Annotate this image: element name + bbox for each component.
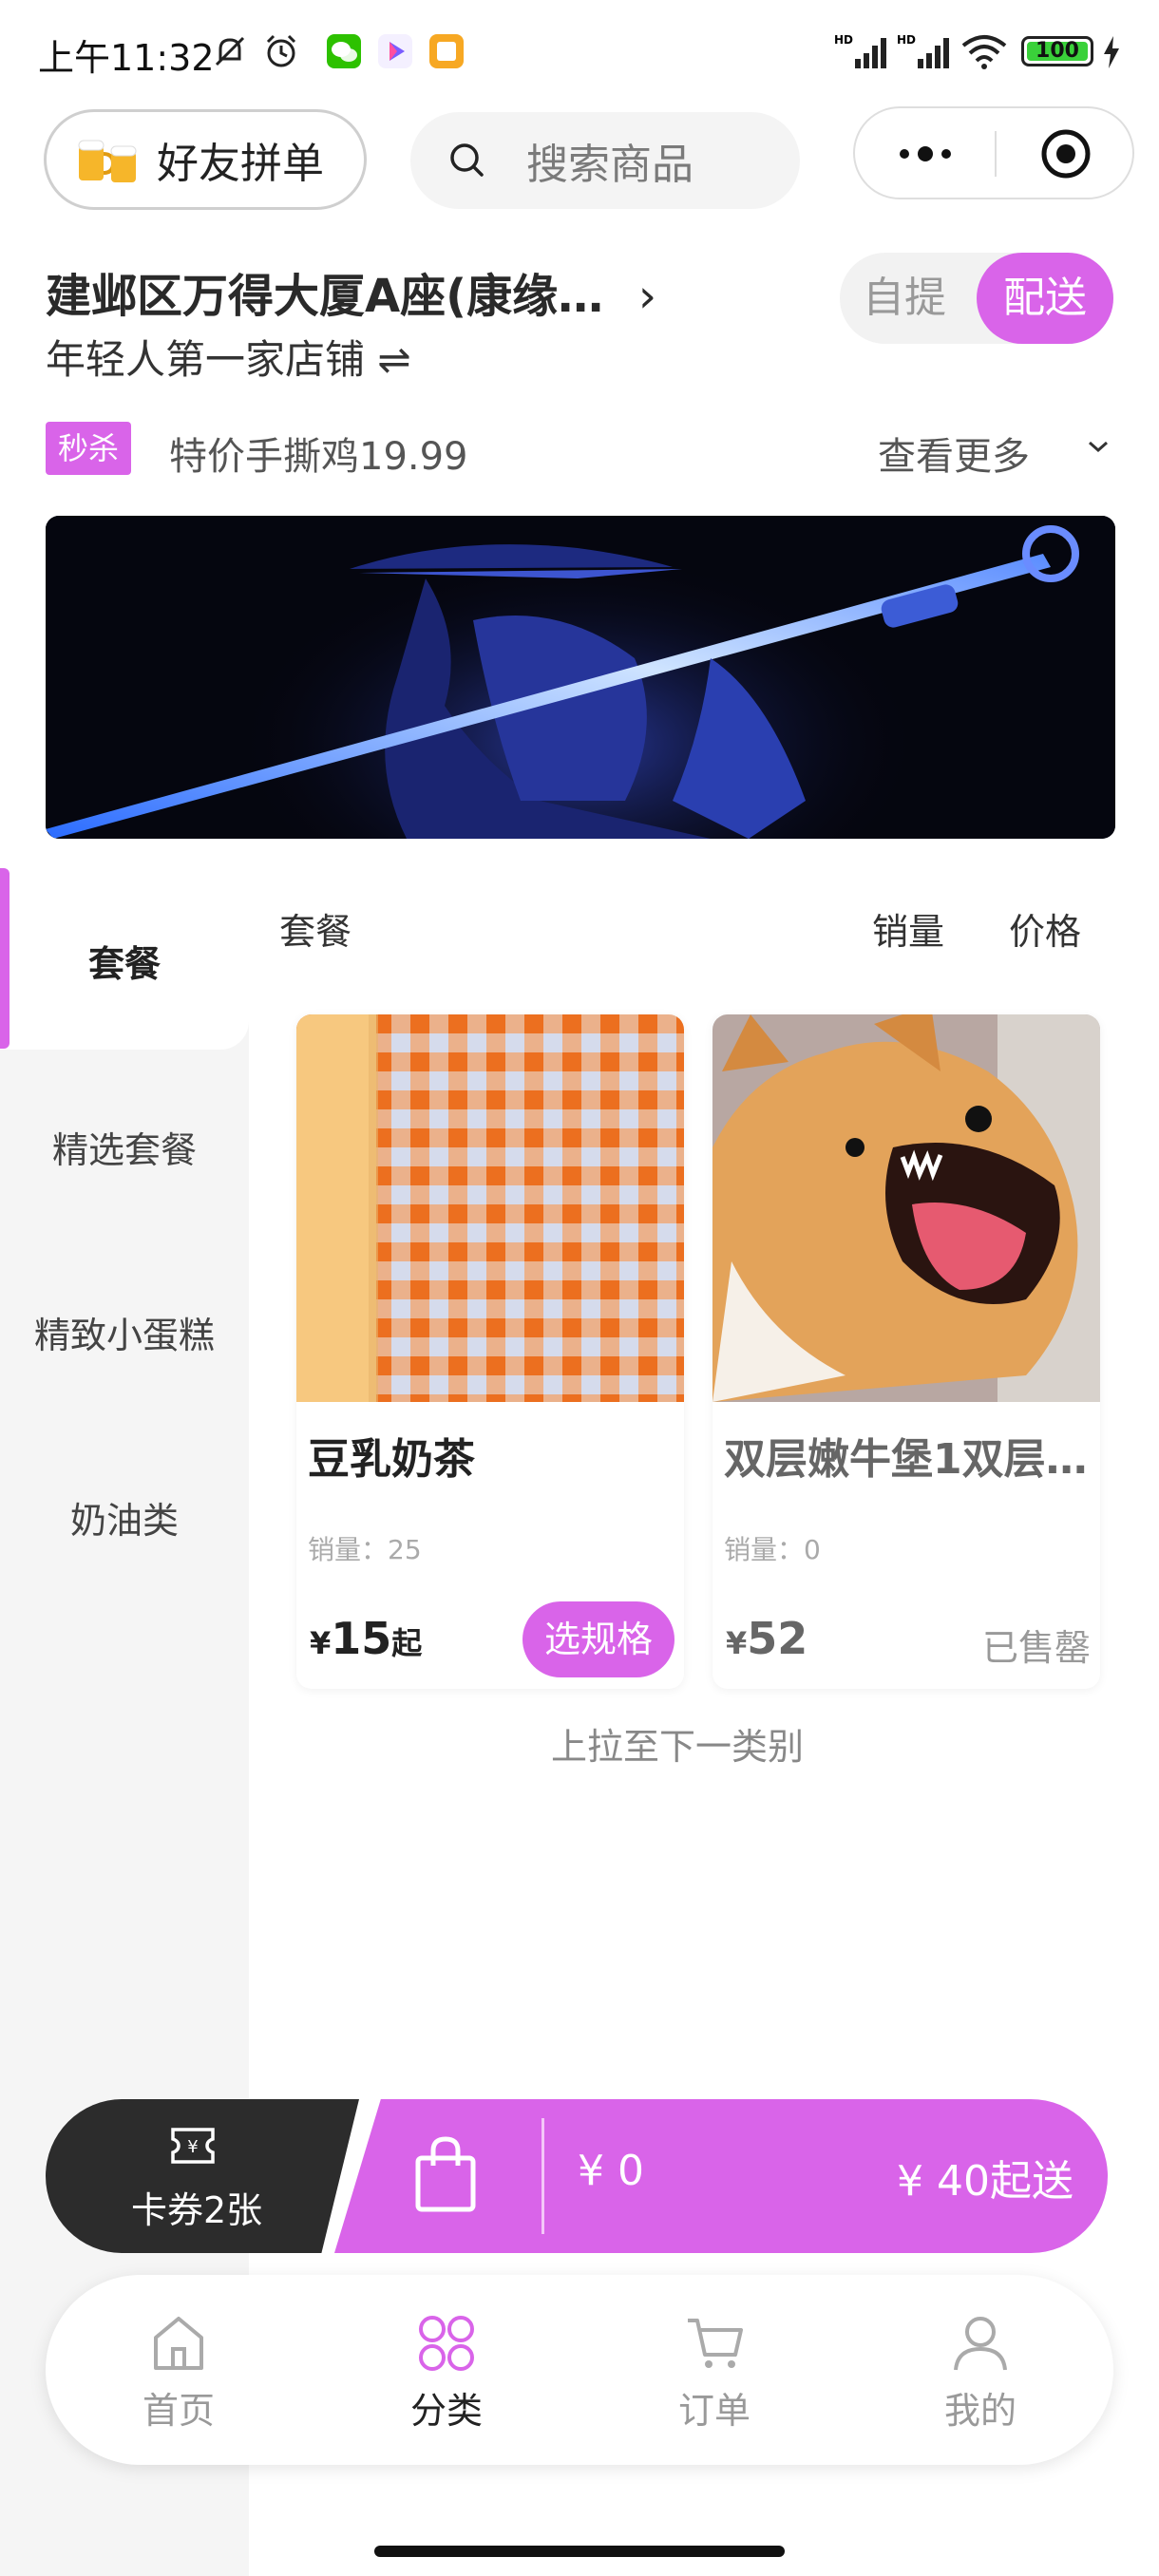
product-price: ¥15起 xyxy=(310,1613,422,1664)
tab-profile-label: 我的 xyxy=(943,2390,1016,2432)
store-switch[interactable]: 年轻人第一家店铺 ⇌ xyxy=(46,328,411,386)
mode-pickup-option[interactable]: 自提 xyxy=(863,253,946,344)
coupon-icon: ¥ xyxy=(171,2128,215,2164)
category-icon xyxy=(419,2316,474,2371)
flash-sale-text[interactable]: 特价手撕鸡19.99 xyxy=(169,426,468,481)
sold-out-label: 已售罄 xyxy=(981,1627,1091,1669)
search-placeholder: 搜索商品 xyxy=(526,141,694,189)
signal-icon-1: HD xyxy=(834,33,886,68)
see-more-link[interactable]: 查看更多 xyxy=(878,426,1030,481)
address-text: 建邺区万得大厦A座(康缘… xyxy=(46,270,604,323)
product-name: 豆乳奶茶 xyxy=(308,1435,475,1484)
price-value: 52 xyxy=(747,1613,808,1664)
product-sales: 销量：0 xyxy=(724,1534,821,1565)
video-app-icon xyxy=(378,34,412,68)
price-value: 15 xyxy=(331,1613,392,1664)
tab-orders-label: 订单 xyxy=(677,2390,750,2432)
delivery-mode-toggle: 自提 配送 xyxy=(840,253,1113,344)
shopping-bag-icon xyxy=(415,2136,476,2212)
home-indicator[interactable] xyxy=(374,2546,785,2557)
sidebar-item-small-cakes[interactable]: 精致小蛋糕 xyxy=(0,1306,249,1358)
coupon-label: 卡券2张 xyxy=(131,2189,263,2231)
product-sales: 销量：25 xyxy=(308,1534,422,1565)
charging-icon xyxy=(1104,36,1119,68)
product-image xyxy=(712,1014,1100,1402)
sort-by-price[interactable]: 价格 xyxy=(1009,902,1081,955)
user-icon xyxy=(954,2317,1007,2371)
sidebar-item-selected-combo[interactable]: 精选套餐 xyxy=(0,1121,249,1173)
svg-text:HD: HD xyxy=(834,33,853,47)
sidebar-item-cream[interactable]: 奶油类 xyxy=(0,1491,249,1544)
product-card[interactable]: 豆乳奶茶 销量：25 ¥15起 选规格 xyxy=(296,1014,684,1689)
delivery-address[interactable]: 建邺区万得大厦A座(康缘… › xyxy=(46,258,656,325)
group-order-label: 好友拼单 xyxy=(157,140,324,188)
chevron-down-icon[interactable] xyxy=(1085,433,1112,460)
battery-indicator: 100 xyxy=(1021,36,1093,66)
wechat-icon xyxy=(327,34,361,68)
svg-text:¥: ¥ xyxy=(187,2137,198,2157)
price-currency: ¥ xyxy=(310,1625,332,1661)
cart-divider xyxy=(542,2118,544,2234)
capsule-divider xyxy=(995,131,997,177)
search-icon xyxy=(450,143,484,177)
product-price: ¥52 xyxy=(726,1613,808,1664)
cart-bar[interactable]: ¥ 0 ¥ 40起送 xyxy=(334,2099,1108,2253)
cart-total: ¥ 0 xyxy=(578,2147,644,2195)
signal-icon-2: HD xyxy=(897,33,949,68)
sort-by-sales[interactable]: 销量 xyxy=(872,902,944,955)
search-input[interactable]: 搜索商品 xyxy=(410,112,800,209)
group-order-button[interactable]: 好友拼单 xyxy=(44,109,367,210)
close-miniapp-icon[interactable] xyxy=(1039,127,1092,180)
pull-next-category-hint: 上拉至下一类别 xyxy=(551,1726,805,1768)
home-icon xyxy=(154,2317,203,2370)
select-spec-button[interactable]: 选规格 xyxy=(522,1601,674,1677)
price-suffix: 起 xyxy=(391,1625,423,1661)
tab-profile[interactable]: 我的 xyxy=(885,2275,1075,2465)
tab-category[interactable]: 分类 xyxy=(352,2275,542,2465)
notes-app-icon xyxy=(429,34,464,68)
coupon-button[interactable]: ¥ 卡券2张 xyxy=(46,2099,359,2253)
mute-icon xyxy=(215,36,245,66)
battery-text: 100 xyxy=(1036,39,1079,63)
sidebar-item-combo[interactable]: 套餐 xyxy=(0,935,249,987)
chevron-right-icon: › xyxy=(637,270,657,323)
flash-sale-badge: 秒杀 xyxy=(46,422,131,475)
beer-icon xyxy=(78,140,137,182)
promo-banner[interactable] xyxy=(46,516,1115,839)
svg-text:HD: HD xyxy=(897,33,916,47)
alarm-icon xyxy=(266,34,296,67)
tab-home[interactable]: 首页 xyxy=(84,2275,274,2465)
tab-home-label: 首页 xyxy=(142,2390,215,2432)
miniapp-capsule xyxy=(853,106,1134,199)
more-options-icon[interactable] xyxy=(895,137,956,171)
category-title: 套餐 xyxy=(279,911,352,953)
status-time: 上午11:32 xyxy=(38,37,215,79)
cart-icon xyxy=(688,2319,743,2368)
bottom-tab-bar: 首页 分类 订单 我的 xyxy=(46,2275,1113,2465)
cart-minimum-order: ¥ 40起送 xyxy=(897,2157,1074,2206)
wifi-icon xyxy=(961,35,1007,69)
tab-category-label: 分类 xyxy=(409,2390,483,2432)
product-card[interactable]: 双层嫩牛堡1双层… 销量：0 ¥52 已售罄 xyxy=(712,1014,1100,1689)
banner-image xyxy=(46,516,1115,839)
product-image xyxy=(296,1014,684,1402)
product-name: 双层嫩牛堡1双层… xyxy=(724,1435,1088,1484)
price-currency: ¥ xyxy=(726,1625,748,1661)
mode-delivery-option[interactable]: 配送 xyxy=(977,253,1113,344)
tab-orders[interactable]: 订单 xyxy=(619,2275,809,2465)
